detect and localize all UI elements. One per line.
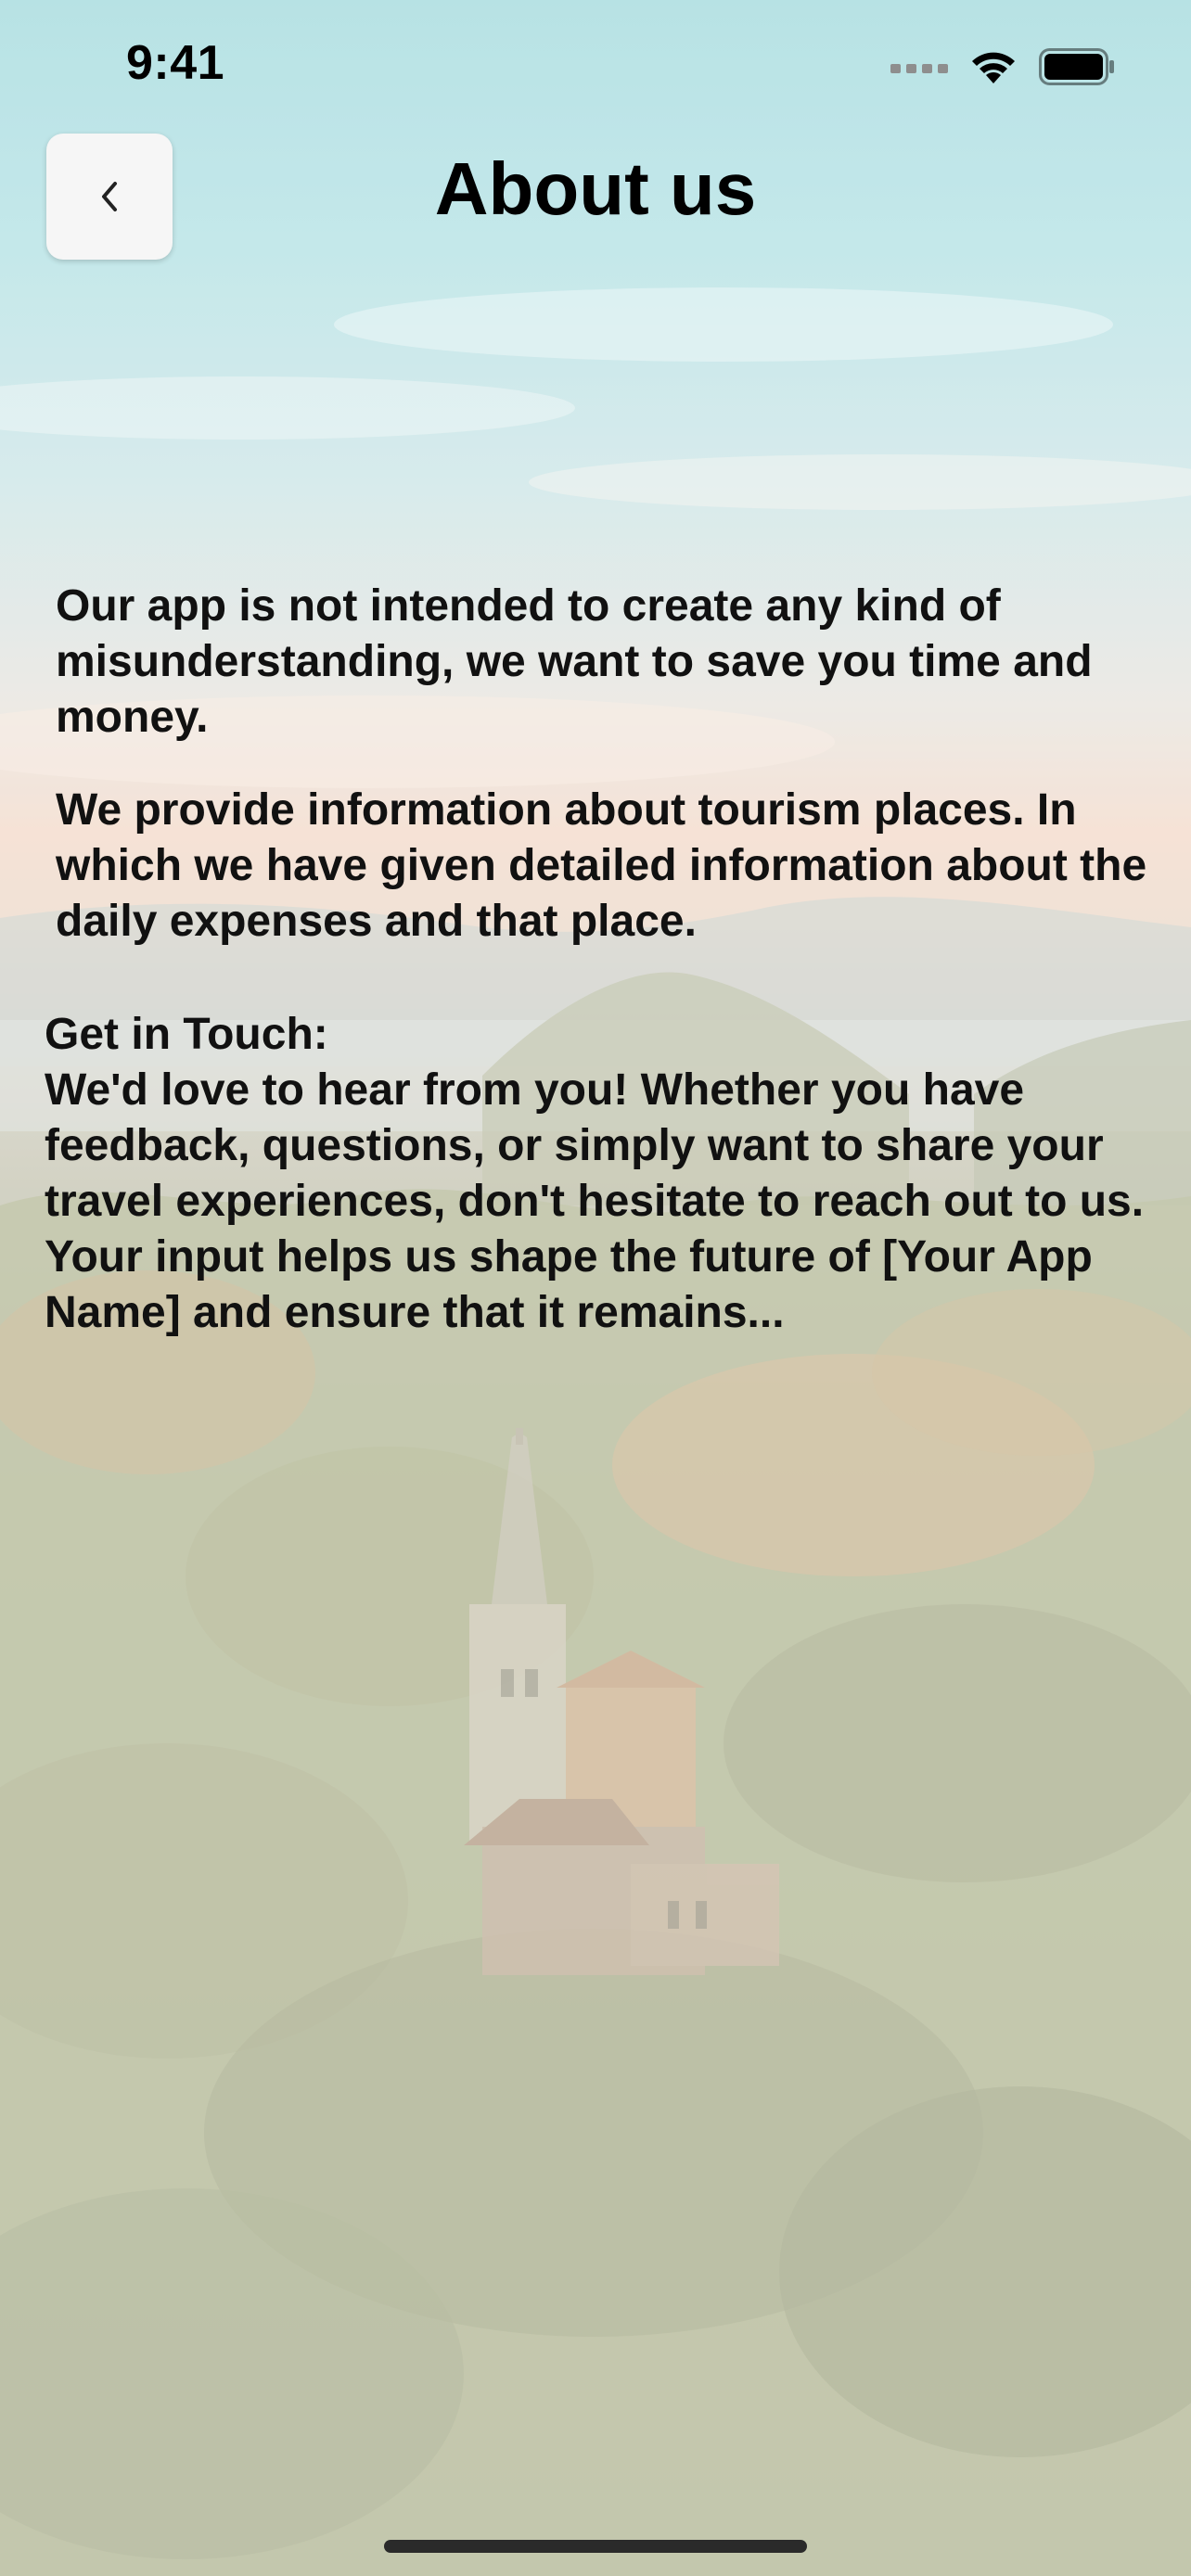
home-indicator[interactable] [384, 2540, 807, 2553]
status-time: 9:41 [126, 36, 225, 90]
contact-section: Get in Touch: We'd love to hear from you… [45, 1007, 1158, 1341]
about-paragraph-2: We provide information about tourism pla… [56, 785, 1147, 946]
contact-text: We'd love to hear from you! Whether you … [45, 1065, 1145, 1337]
signal-icon [890, 64, 948, 73]
about-us-screen: 9:41 About us Our app is not intended to… [0, 0, 1191, 2576]
contact-heading: Get in Touch: [45, 1010, 328, 1059]
wifi-icon [972, 52, 1015, 83]
page-title: About us [434, 147, 757, 230]
status-icons [890, 48, 1115, 85]
status-bar: 9:41 [0, 0, 1191, 130]
battery-icon [1039, 48, 1114, 85]
about-paragraph-1: Our app is not intended to create any ki… [56, 581, 1093, 742]
